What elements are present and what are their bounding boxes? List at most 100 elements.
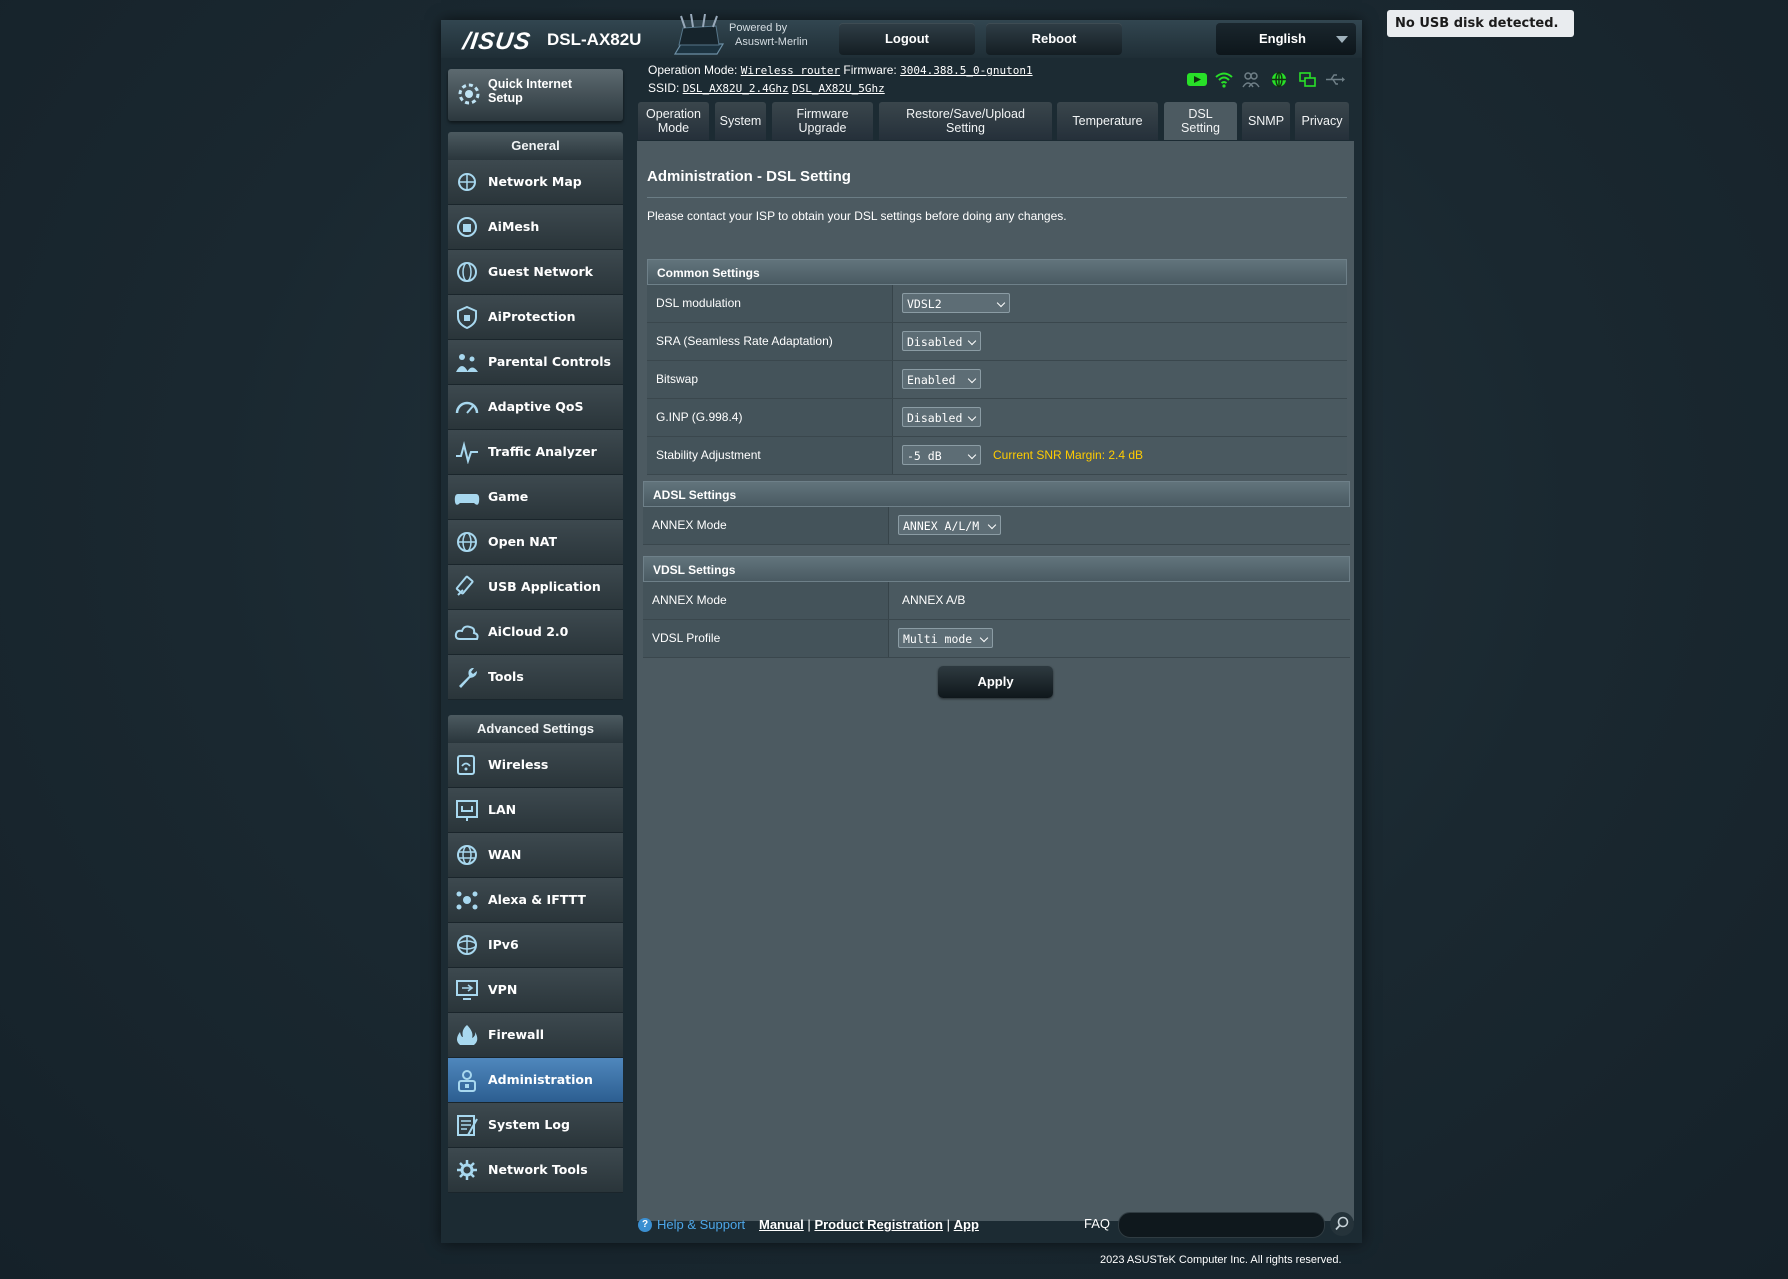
manual-link[interactable]: Manual	[759, 1217, 804, 1232]
logout-button[interactable]: Logout	[839, 23, 975, 55]
status-bar: Operation Mode: Wireless router Firmware…	[648, 61, 1033, 97]
help-support-link[interactable]: Help & Support	[657, 1217, 745, 1232]
product-registration-link[interactable]: Product Registration	[814, 1217, 943, 1232]
ginp-select[interactable]: Disabled	[902, 406, 981, 427]
footer-sep: |	[946, 1217, 951, 1232]
chevron-down-icon	[1336, 36, 1348, 43]
asus-logo[interactable]: /ISUS	[461, 28, 532, 56]
ssid-24-link[interactable]: DSL_AX82U_2.4Ghz	[683, 82, 789, 95]
gear-icon	[457, 1160, 477, 1180]
bitswap-select[interactable]: Enabled	[902, 368, 981, 389]
ssid-5-link[interactable]: DSL_AX82U_5Ghz	[792, 82, 885, 95]
sidebar-advanced-title: Advanced Settings	[448, 715, 623, 743]
sidebar-item-wireless[interactable]: Wireless	[448, 743, 623, 788]
setting-label: SRA (Seamless Rate Adaptation)	[647, 323, 893, 360]
sidebar-item-open-nat[interactable]: Open NAT	[448, 520, 623, 565]
sidebar-item-firewall[interactable]: Firewall	[448, 1013, 623, 1058]
tab-snmp[interactable]: SNMP	[1242, 102, 1290, 140]
powered-by: Powered by Asuswrt-Merlin	[729, 21, 808, 49]
footer-links: Manual | Product Registration | App	[759, 1217, 979, 1232]
tab-label-line1: Restore/Save/Upload	[906, 107, 1025, 121]
tab-operation[interactable]: Operation Mode	[638, 102, 709, 140]
router-admin-frame: /ISUS DSL-AX82U Powered by Asuswrt-Merli…	[441, 14, 1362, 1243]
sidebar-item-usb-application[interactable]: USB Application	[448, 565, 623, 610]
sidebar-item-aicloud-2-0[interactable]: AiCloud 2.0	[448, 610, 623, 655]
sidebar-item-alexa-ifttt[interactable]: Alexa & IFTTT	[448, 878, 623, 923]
sidebar-item-network-map[interactable]: Network Map	[448, 160, 623, 205]
sidebar-item-system-log[interactable]: System Log	[448, 1103, 623, 1148]
devices-icon[interactable]	[1298, 71, 1316, 93]
dsl-select[interactable]: VDSL2	[902, 292, 1010, 313]
common-settings-group: Common Settings DSL modulation VDSL2 SRA (…	[647, 259, 1347, 475]
router-icon	[673, 14, 725, 55]
sidebar-item-guest-network[interactable]: Guest Network	[448, 250, 623, 295]
tab-system[interactable]: System	[715, 102, 766, 140]
app-icon[interactable]	[1186, 71, 1208, 93]
sra-select[interactable]: Disabled	[902, 330, 981, 351]
tab-privacy[interactable]: Privacy	[1295, 102, 1349, 140]
vdsl-profile-row: VDSL Profile Multi mode	[643, 620, 1350, 658]
gauge-icon	[455, 401, 479, 414]
sidebar-item-network-tools[interactable]: Network Tools	[448, 1148, 623, 1193]
tab-label-line2: Setting	[946, 121, 985, 135]
tab-dsl[interactable]: DSL Setting	[1164, 102, 1237, 140]
wrench-icon	[459, 668, 477, 688]
sidebar-item-traffic-analyzer[interactable]: Traffic Analyzer	[448, 430, 623, 475]
vdsl-settings-title: VDSL Settings	[643, 556, 1350, 582]
sidebar-item-ipv6[interactable]: IPv6	[448, 923, 623, 968]
copyright: 2023 ASUSTeK Computer Inc. All rights re…	[1100, 1254, 1342, 1266]
clients-icon[interactable]	[1242, 71, 1260, 93]
sidebar-item-aimesh[interactable]: AiMesh	[448, 205, 623, 250]
network-map-icon	[458, 173, 476, 191]
vdsl-profile-select[interactable]: Multi mode	[898, 627, 993, 648]
adsl-annex-select[interactable]: ANNEX A/L/M	[898, 514, 1001, 535]
adsl-annex-label: ANNEX Mode	[643, 507, 889, 544]
tab-firmware[interactable]: Firmware Upgrade	[772, 102, 873, 140]
search-icon[interactable]	[1330, 1212, 1354, 1236]
vpn-icon	[456, 980, 478, 1000]
sidebar-item-label: Network Map	[488, 174, 582, 189]
sidebar-item-administration[interactable]: Administration	[448, 1058, 623, 1103]
parental-icon	[456, 354, 478, 372]
sidebar-item-label: Guest Network	[488, 264, 593, 279]
quick-setup-icon	[458, 83, 480, 105]
cloud-icon	[454, 625, 479, 640]
sidebar-item-adaptive-qos[interactable]: Adaptive QoS	[448, 385, 623, 430]
sidebar-item-label: Parental Controls	[488, 354, 611, 369]
ipv6-icon	[457, 935, 477, 955]
wifi-icon[interactable]	[1215, 71, 1233, 93]
adsl-settings-group: ADSL Settings ANNEX Mode ANNEX A/L/M	[643, 481, 1350, 545]
faq-search-input[interactable]	[1118, 1212, 1325, 1238]
firmware-link[interactable]: 3004.388.5_0-gnuton1	[900, 64, 1032, 77]
app-link[interactable]: App	[954, 1217, 979, 1232]
reboot-button[interactable]: Reboot	[986, 23, 1122, 55]
sidebar-item-label: Open NAT	[488, 534, 557, 549]
sidebar-item-aiprotection[interactable]: AiProtection	[448, 295, 623, 340]
sidebar-item-lan[interactable]: LAN	[448, 788, 623, 833]
sidebar-item-vpn[interactable]: VPN	[448, 968, 623, 1013]
aimesh-icon	[457, 217, 477, 237]
sidebar-item-game[interactable]: Game	[448, 475, 623, 520]
internet-icon[interactable]	[1270, 71, 1288, 93]
stability-select[interactable]: -5 dB	[902, 444, 981, 465]
tab-label-line1: Operation	[646, 107, 701, 121]
powered-by-line2: Asuswrt-Merlin	[735, 36, 808, 48]
sidebar-item-tools[interactable]: Tools	[448, 655, 623, 700]
tab-label-line1: Temperature	[1072, 114, 1143, 128]
guest-network-icon	[457, 262, 477, 282]
op-mode-link[interactable]: Wireless router	[741, 64, 840, 77]
sidebar-item-parental-controls[interactable]: Parental Controls	[448, 340, 623, 385]
quick-internet-setup-button[interactable]: Quick Internet Setup	[448, 69, 623, 121]
tab-restore-save-upload[interactable]: Restore/Save/Upload Setting	[879, 102, 1052, 140]
sidebar-item-wan[interactable]: WAN	[448, 833, 623, 878]
wireless-icon	[457, 755, 475, 775]
sidebar-general-title: General	[448, 132, 623, 160]
usb-icon[interactable]	[1325, 71, 1345, 93]
shield-icon	[457, 305, 477, 329]
apply-button[interactable]: Apply	[938, 666, 1053, 698]
language-select[interactable]: English	[1216, 23, 1356, 55]
vdsl-annex-row: ANNEX Mode ANNEX A/B	[643, 582, 1350, 620]
main-content: Administration - DSL Setting Please cont…	[637, 141, 1354, 1221]
adsl-settings-title: ADSL Settings	[643, 481, 1350, 507]
tab-temperature[interactable]: Temperature	[1057, 102, 1158, 140]
